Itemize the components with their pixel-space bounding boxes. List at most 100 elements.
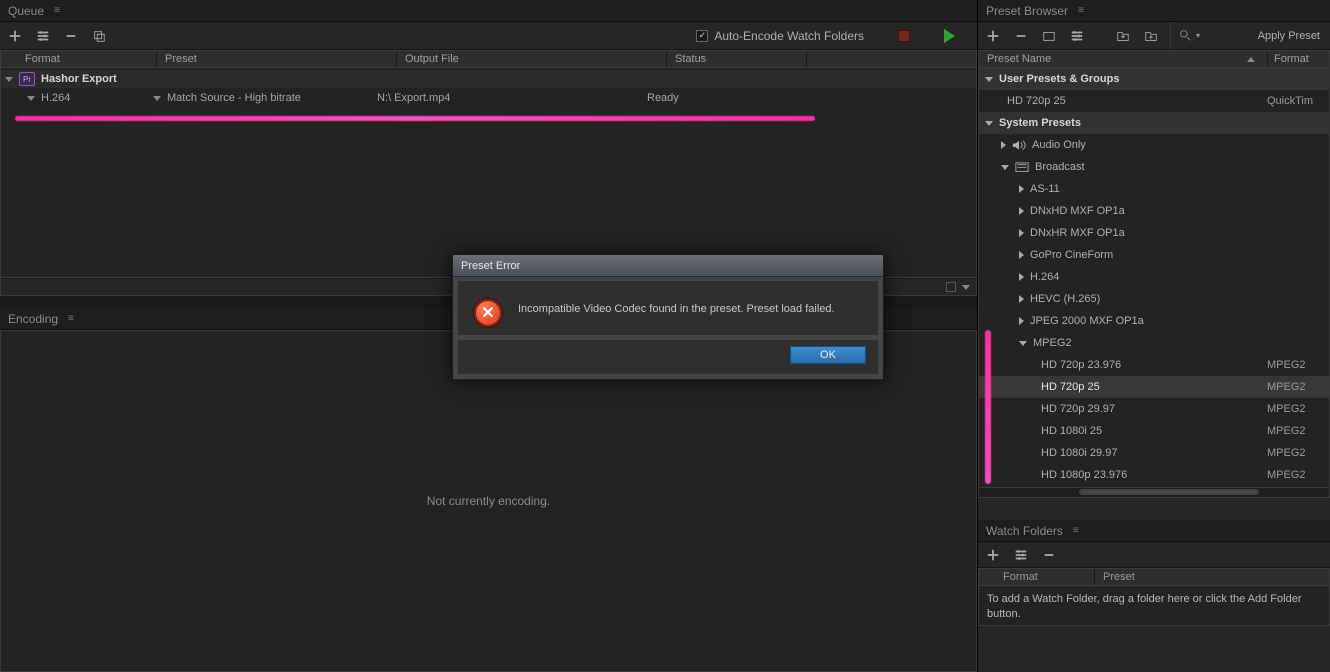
job-preset[interactable]: Match Source - High bitrate	[167, 92, 301, 104]
expand-icon[interactable]	[5, 77, 13, 82]
preset-item-selected[interactable]: HD 720p 25MPEG2	[979, 376, 1329, 398]
watch-settings-button[interactable]	[1012, 546, 1030, 564]
error-icon: ✕	[474, 299, 502, 327]
category-as11[interactable]: AS-11	[979, 178, 1329, 200]
start-queue-button[interactable]	[944, 29, 955, 43]
preset-browser-title-text: Preset Browser	[986, 4, 1068, 18]
watch-folders-title: Watch Folders ≡	[978, 520, 1330, 542]
category-gopro[interactable]: GoPro CineForm	[979, 244, 1329, 266]
job-format[interactable]: H.264	[41, 92, 70, 104]
system-presets-group[interactable]: System Presets	[979, 112, 1329, 134]
watch-folders-toolbar	[978, 542, 1330, 568]
encoding-idle-text: Not currently encoding.	[427, 494, 550, 508]
category-audio-only[interactable]: Audio Only	[979, 134, 1329, 156]
scrollbar-thumb[interactable]	[1079, 489, 1259, 495]
watch-col-preset[interactable]: Preset	[1095, 569, 1143, 585]
dialog-message: Incompatible Video Codec found in the pr…	[518, 299, 835, 315]
new-preset-button[interactable]	[984, 27, 1002, 45]
renderer-button[interactable]	[946, 282, 956, 292]
col-format[interactable]: Format	[17, 51, 157, 67]
chevron-right-icon[interactable]	[1019, 207, 1024, 215]
watch-folders-menu-icon[interactable]: ≡	[1073, 525, 1080, 536]
sort-asc-icon	[1247, 57, 1255, 62]
user-presets-group[interactable]: User Presets & Groups	[979, 68, 1329, 90]
queue-menu-icon[interactable]: ≡	[54, 5, 61, 16]
renderer-dropdown-icon[interactable]	[962, 285, 970, 290]
preset-item[interactable]: HD 720p 25 QuickTim	[979, 90, 1329, 112]
preset-search[interactable]: ▾	[1170, 22, 1200, 49]
category-h264[interactable]: H.264	[979, 266, 1329, 288]
preset-browser-menu-icon[interactable]: ≡	[1078, 5, 1085, 16]
chevron-right-icon[interactable]	[1019, 185, 1024, 193]
preset-item[interactable]: HD 1080i 29.97MPEG2	[979, 442, 1329, 464]
encoding-body: Not currently encoding.	[0, 330, 977, 672]
source-name: Hashor Export	[41, 73, 117, 85]
category-mpeg2[interactable]: MPEG2	[979, 332, 1329, 354]
chevron-right-icon[interactable]	[1019, 251, 1024, 259]
sound-icon	[1012, 139, 1026, 151]
preset-item[interactable]: HD 1080p 23.976MPEG2	[979, 464, 1329, 486]
preset-browser-title: Preset Browser ≡	[978, 0, 1330, 22]
format-dropdown-icon[interactable]	[27, 96, 35, 101]
chevron-right-icon[interactable]	[1019, 295, 1024, 303]
category-jpeg2000[interactable]: JPEG 2000 MXF OP1a	[979, 310, 1329, 332]
chevron-down-icon[interactable]	[1019, 341, 1027, 346]
category-broadcast[interactable]: Broadcast	[979, 156, 1329, 178]
preset-tree[interactable]: User Presets & Groups HD 720p 25 QuickTi…	[978, 68, 1330, 488]
category-dnxhd[interactable]: DNxHD MXF OP1a	[979, 200, 1329, 222]
remove-button[interactable]	[62, 27, 80, 45]
queue-settings-button[interactable]	[34, 27, 52, 45]
add-source-button[interactable]	[6, 27, 24, 45]
ok-button[interactable]: OK	[790, 346, 866, 364]
import-preset-button[interactable]	[1114, 27, 1132, 45]
stop-queue-button[interactable]	[898, 30, 910, 42]
col-preset[interactable]: Preset	[157, 51, 397, 67]
add-watch-folder-button[interactable]	[984, 546, 1002, 564]
preset-error-dialog: Preset Error ✕ Incompatible Video Codec …	[452, 254, 884, 380]
preset-item[interactable]: HD 1080i 25MPEG2	[979, 420, 1329, 442]
premiere-badge-icon: Pr	[19, 72, 35, 86]
broadcast-icon	[1015, 161, 1029, 173]
chevron-right-icon[interactable]	[1001, 141, 1006, 149]
job-status: Ready	[647, 92, 679, 104]
preset-tree-scrollbar[interactable]	[978, 488, 1330, 498]
watch-folders-body[interactable]: To add a Watch Folder, drag a folder her…	[978, 586, 1330, 626]
preset-item[interactable]: HD 720p 23.976MPEG2	[979, 354, 1329, 376]
preset-dropdown-icon[interactable]	[153, 96, 161, 101]
job-output[interactable]: N:\ Export.mp4	[377, 92, 450, 104]
delete-preset-button[interactable]	[1012, 27, 1030, 45]
remove-watch-folder-button[interactable]	[1040, 546, 1058, 564]
queue-toolbar: ✓ Auto-Encode Watch Folders	[0, 22, 977, 50]
queue-body[interactable]: Pr Hashor Export H.264 Match Source - Hi…	[0, 68, 977, 278]
duplicate-button[interactable]	[90, 27, 108, 45]
chevron-right-icon[interactable]	[1019, 229, 1024, 237]
preset-settings-button[interactable]	[1068, 27, 1086, 45]
category-hevc[interactable]: HEVC (H.265)	[979, 288, 1329, 310]
encoding-title-text: Encoding	[8, 312, 58, 326]
preset-item[interactable]: HD 720p 29.97MPEG2	[979, 398, 1329, 420]
export-preset-button[interactable]	[1142, 27, 1160, 45]
col-status[interactable]: Status	[667, 51, 807, 67]
preset-toolbar: ▾ Apply Preset	[978, 22, 1330, 50]
queue-job-row[interactable]: H.264 Match Source - High bitrate N:\ Ex…	[1, 88, 976, 108]
annotation-highlight	[15, 116, 815, 121]
watch-column-headers: Format Preset	[978, 568, 1330, 586]
annotation-highlight-vertical	[985, 330, 991, 484]
col-preset-format[interactable]: Format	[1267, 51, 1329, 67]
col-output[interactable]: Output File	[397, 51, 667, 67]
dialog-titlebar[interactable]: Preset Error	[453, 255, 883, 277]
chevron-down-icon[interactable]	[985, 77, 993, 82]
category-dnxhr[interactable]: DNxHR MXF OP1a	[979, 222, 1329, 244]
queue-source-row[interactable]: Pr Hashor Export	[1, 70, 976, 88]
auto-encode-checkbox[interactable]: ✓ Auto-Encode Watch Folders	[696, 29, 864, 43]
chevron-right-icon[interactable]	[1019, 273, 1024, 281]
new-group-button[interactable]	[1040, 27, 1058, 45]
chevron-down-icon[interactable]	[985, 121, 993, 126]
preset-column-headers: Preset Name Format	[978, 50, 1330, 68]
watch-col-format[interactable]: Format	[995, 569, 1095, 585]
encoding-menu-icon[interactable]: ≡	[68, 313, 75, 324]
col-preset-name[interactable]: Preset Name	[979, 51, 1267, 67]
apply-preset-button[interactable]: Apply Preset	[1254, 28, 1324, 44]
chevron-down-icon[interactable]	[1001, 165, 1009, 170]
chevron-right-icon[interactable]	[1019, 317, 1024, 325]
